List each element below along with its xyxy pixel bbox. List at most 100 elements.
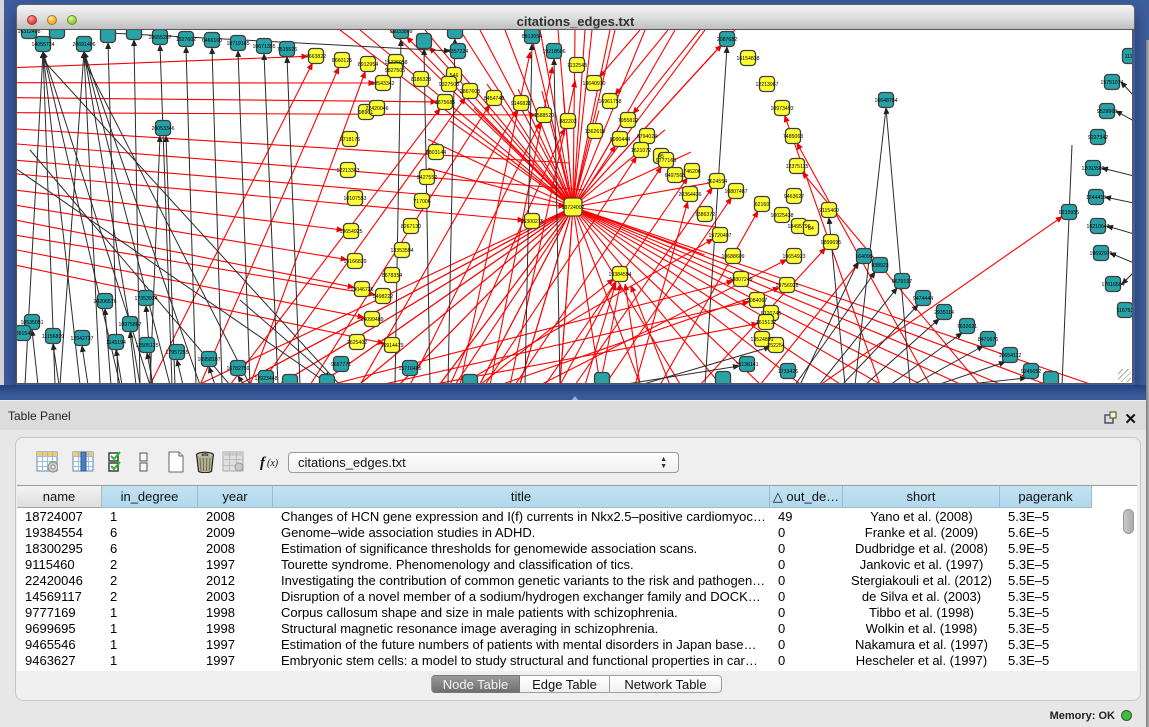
svg-text:14099489: 14099489	[360, 317, 383, 323]
svg-text:12213967: 12213967	[755, 82, 778, 88]
svg-text:6120746: 6120746	[761, 311, 781, 317]
svg-text:6679197: 6679197	[892, 279, 912, 285]
svg-text:1733426: 1733426	[778, 369, 798, 375]
svg-text:16210643: 16210643	[1086, 224, 1109, 230]
svg-text:8267130: 8267130	[401, 224, 421, 230]
svg-text:15716485: 15716485	[398, 366, 421, 372]
svg-text:10973493: 10973493	[770, 106, 793, 112]
svg-text:11156819: 11156819	[42, 334, 64, 340]
svg-text:1112: 1112	[1125, 54, 1133, 60]
svg-text:20691406: 20691406	[72, 42, 95, 48]
svg-text:20206576: 20206576	[93, 299, 116, 305]
svg-text:15720407: 15720407	[708, 233, 731, 239]
svg-text:19756928: 19756928	[775, 283, 798, 289]
svg-text:f: f	[260, 455, 267, 471]
svg-text:1527602: 1527602	[176, 37, 196, 43]
svg-text:16648784: 16648784	[874, 98, 897, 104]
svg-text:13640910: 13640910	[582, 81, 605, 87]
svg-text:8471676: 8471676	[978, 337, 998, 343]
svg-text:10543342: 10543342	[371, 81, 394, 87]
svg-text:22420046: 22420046	[365, 106, 388, 112]
svg-text:10654112: 10654112	[999, 353, 1022, 359]
svg-text:10807487: 10807487	[724, 189, 747, 195]
svg-text:16961758: 16961758	[598, 99, 621, 105]
svg-text:9115460: 9115460	[819, 208, 839, 214]
svg-text:9474444: 9474444	[913, 296, 933, 302]
svg-text:7357224: 7357224	[448, 49, 468, 55]
svg-text:252254: 252254	[767, 343, 784, 349]
svg-text:938923: 938923	[871, 263, 888, 269]
svg-text:1132543: 1132543	[567, 63, 587, 69]
svg-text:6794024: 6794024	[637, 134, 657, 140]
svg-text:12213363: 12213363	[336, 168, 359, 174]
svg-text:9146821: 9146821	[511, 101, 531, 107]
svg-text:2718176: 2718176	[340, 137, 360, 143]
svg-text:16312408: 16312408	[17, 30, 40, 35]
svg-text:16914479: 16914479	[380, 343, 403, 349]
svg-text:9777169: 9777169	[656, 158, 676, 164]
svg-text:9245652: 9245652	[1021, 369, 1041, 375]
svg-text:62160: 62160	[755, 202, 770, 208]
svg-text:7485063: 7485063	[783, 134, 803, 140]
svg-text:12505125: 12505125	[135, 343, 158, 349]
svg-text:10958107: 10958107	[197, 357, 220, 363]
svg-text:8813054: 8813054	[522, 34, 542, 40]
svg-text:6466160: 6466160	[202, 38, 222, 44]
svg-text:17016504: 17016504	[1101, 282, 1124, 288]
svg-text:19384554: 19384554	[608, 272, 631, 278]
svg-text:5498222: 5498222	[373, 294, 393, 300]
svg-text:546: 546	[450, 73, 459, 79]
svg-text:9327508: 9327508	[439, 82, 459, 88]
svg-text:2803144: 2803144	[426, 150, 446, 156]
svg-text:10535051: 10535051	[20, 320, 43, 326]
svg-text:882203: 882203	[559, 119, 576, 125]
svg-text:8678354: 8678354	[382, 273, 402, 279]
svg-text:10655287: 10655287	[148, 35, 171, 41]
svg-text:15226058: 15226058	[384, 60, 407, 66]
svg-text:10975867: 10975867	[118, 322, 141, 328]
svg-text:1588520: 1588520	[534, 113, 554, 119]
svg-text:7625402: 7625402	[347, 340, 367, 346]
svg-text:1362615: 1362615	[585, 129, 605, 135]
svg-text:8215955: 8215955	[1059, 210, 1079, 216]
svg-text:10719185: 10719185	[226, 41, 249, 47]
svg-text:1145194: 1145194	[106, 340, 126, 346]
svg-text:15136141: 15136141	[735, 362, 758, 368]
svg-text:19654925: 19654925	[339, 229, 362, 235]
svg-text:717006: 717006	[413, 199, 430, 205]
svg-text:39154: 39154	[17, 331, 30, 337]
svg-text:16154838: 16154838	[736, 56, 759, 62]
svg-text:14055724: 14055724	[31, 42, 54, 48]
svg-text:25300275: 25300275	[520, 219, 543, 225]
svg-text:17353934: 17353934	[134, 296, 157, 302]
svg-text:12093583: 12093583	[1081, 166, 1104, 172]
svg-text:19692971: 19692971	[1089, 251, 1112, 257]
svg-text:7632621: 7632621	[957, 324, 977, 330]
svg-text:7663822: 7663822	[306, 54, 326, 60]
svg-text:746206: 746206	[683, 169, 700, 175]
svg-text:2935114: 2935114	[934, 310, 954, 316]
svg-text:18724007: 18724007	[561, 205, 584, 211]
svg-text:8186328: 8186328	[411, 77, 431, 83]
svg-text:12942737: 12942737	[70, 336, 93, 342]
svg-text:3624554: 3624554	[707, 179, 727, 185]
svg-text:12923448: 12923448	[254, 376, 277, 382]
svg-text:19654923: 19654923	[782, 254, 805, 260]
svg-text:9529966: 9529966	[1097, 109, 1117, 115]
svg-text:8990444: 8990444	[610, 137, 630, 143]
svg-text:16782759: 16782759	[226, 366, 249, 372]
svg-text:2867608: 2867608	[460, 89, 480, 95]
svg-text:8912954: 8912954	[358, 62, 378, 68]
svg-text:7515526: 7515526	[277, 47, 297, 53]
svg-text:9899695: 9899695	[821, 240, 841, 246]
svg-text:9463627: 9463627	[784, 194, 804, 200]
svg-text:6497568: 6497568	[665, 173, 685, 179]
svg-text:15751074: 15751074	[1100, 80, 1123, 86]
svg-text:164095: 164095	[855, 254, 872, 260]
svg-text:84: 84	[808, 226, 814, 232]
svg-text:13353594: 13353594	[390, 248, 413, 254]
svg-text:7386372: 7386372	[695, 212, 715, 218]
svg-text:9427552: 9427552	[417, 175, 437, 181]
svg-text:1621072: 1621072	[631, 148, 651, 154]
svg-text:9084067: 9084067	[747, 298, 767, 304]
